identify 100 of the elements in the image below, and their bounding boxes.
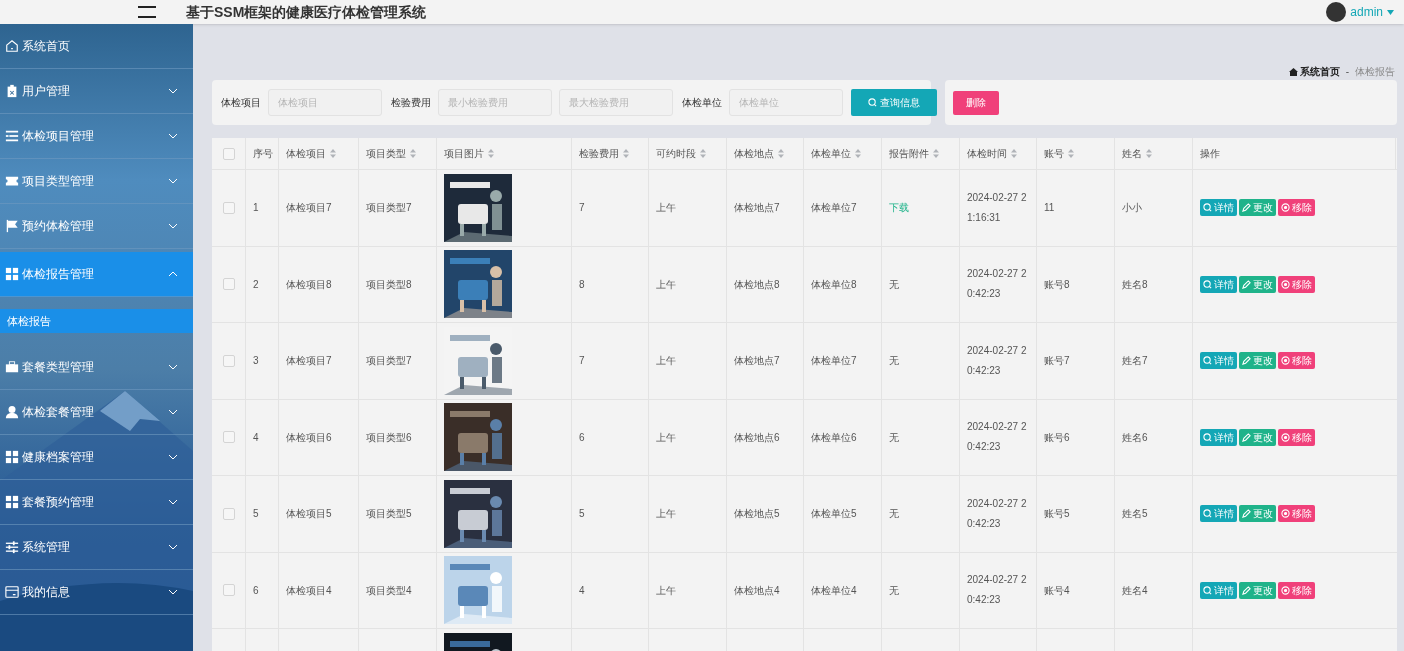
sort-icon[interactable] xyxy=(330,149,336,158)
sidebar-item[interactable]: 健康档案管理 xyxy=(0,435,193,480)
row-action-button[interactable]: 详情 xyxy=(1200,428,1237,446)
sliders-icon xyxy=(5,540,19,554)
sidebar-item[interactable]: 用户管理 xyxy=(0,69,193,114)
sidebar-item[interactable]: 体检套餐管理 xyxy=(0,390,193,435)
sidebar-item[interactable]: 套餐类型管理 xyxy=(0,345,193,390)
column-header[interactable]: 可约时段 xyxy=(656,146,696,161)
delete-button[interactable]: 删除 xyxy=(953,90,999,115)
breadcrumb-home[interactable]: 系统首页 xyxy=(1288,64,1340,79)
column-header[interactable]: 项目图片 xyxy=(444,146,484,161)
column-header[interactable]: 体检单位 xyxy=(811,146,851,161)
sidebar-item[interactable]: 预约体检管理 xyxy=(0,204,193,249)
pencil-icon xyxy=(1242,585,1251,595)
table-cell-text: 账号5 xyxy=(1044,507,1070,522)
row-action-button[interactable]: 详情 xyxy=(1200,352,1237,370)
sidebar-item[interactable]: 系统首页 xyxy=(0,24,193,69)
row-action-button[interactable]: 移除 xyxy=(1278,505,1315,523)
avatar[interactable] xyxy=(1326,2,1347,22)
sort-icon[interactable] xyxy=(410,149,416,158)
query-button[interactable]: 查询信息 xyxy=(851,89,937,116)
row-checkbox[interactable] xyxy=(222,354,235,367)
sort-icon[interactable] xyxy=(933,149,939,158)
table-cell-text: 上午 xyxy=(656,201,676,216)
row-action-button[interactable]: 详情 xyxy=(1200,505,1237,523)
sort-icon[interactable] xyxy=(1011,149,1017,158)
row-action-button[interactable]: 详情 xyxy=(1200,275,1237,293)
circle-icon xyxy=(1281,585,1290,595)
row-action-button[interactable]: 更改 xyxy=(1239,581,1276,599)
row-checkbox[interactable] xyxy=(222,431,235,444)
table-cell-text: 上午 xyxy=(656,354,676,369)
circle-icon xyxy=(1281,203,1290,213)
table-cell-text: 4 xyxy=(253,430,259,445)
column-header[interactable]: 报告附件 xyxy=(889,146,929,161)
sort-icon[interactable] xyxy=(700,149,706,158)
table-cell-text: 5 xyxy=(579,507,585,522)
user-menu[interactable]: admin xyxy=(1350,3,1394,21)
table-cell-text: 项目类型4 xyxy=(366,583,412,598)
column-header[interactable]: 项目类型 xyxy=(366,146,406,161)
column-header[interactable]: 姓名 xyxy=(1122,146,1142,161)
row-action-button[interactable]: 移除 xyxy=(1278,581,1315,599)
row-action-button[interactable]: 详情 xyxy=(1200,581,1237,599)
sidebar-subitem[interactable]: 体检报告 xyxy=(0,309,193,333)
table-cell-text: 姓名7 xyxy=(1122,354,1148,369)
row-checkbox[interactable] xyxy=(222,201,235,214)
table-cell-text: 体检项目4 xyxy=(286,583,332,598)
row-action-button[interactable]: 移除 xyxy=(1278,428,1315,446)
row-checkbox[interactable] xyxy=(222,507,235,520)
sort-icon[interactable] xyxy=(1068,149,1074,158)
sidebar-item[interactable]: 体检报告管理 xyxy=(0,252,193,297)
row-checkbox[interactable] xyxy=(222,584,235,597)
row-action-button[interactable]: 更改 xyxy=(1239,428,1276,446)
table-cell-text: 小小 xyxy=(1122,201,1142,216)
sort-icon[interactable] xyxy=(778,149,784,158)
table-cell-text: 无 xyxy=(889,507,899,522)
row-action-button[interactable]: 详情 xyxy=(1200,199,1237,217)
column-header[interactable]: 体检项目 xyxy=(286,146,326,161)
breadcrumb-current: 体检报告 xyxy=(1355,65,1395,79)
pencil-icon xyxy=(1242,432,1251,442)
sort-icon[interactable] xyxy=(855,149,861,158)
table-cell-text: 上午 xyxy=(656,277,676,292)
column-header[interactable]: 检验费用 xyxy=(579,146,619,161)
caret-icon xyxy=(1387,9,1394,15)
table-cell-text: 姓名6 xyxy=(1122,430,1148,445)
table-cell-text: 体检项目6 xyxy=(286,430,332,445)
column-header: 序号 xyxy=(253,147,273,161)
search-icon xyxy=(1203,356,1212,366)
grid-icon xyxy=(5,267,19,281)
row-action-button[interactable]: 更改 xyxy=(1239,275,1276,293)
table-cell-text: 体检单位5 xyxy=(811,507,857,522)
row-checkbox[interactable] xyxy=(222,278,235,291)
sidebar-item[interactable]: 我的信息 xyxy=(0,570,193,615)
sidebar-item[interactable]: 系统管理 xyxy=(0,525,193,570)
table-cell-text: 3 xyxy=(253,354,259,369)
sort-icon[interactable] xyxy=(1146,149,1152,158)
table-cell-text: 无 xyxy=(889,583,899,598)
table-cell-text: 体检地点6 xyxy=(734,430,780,445)
column-header[interactable]: 体检时间 xyxy=(967,146,1007,161)
table-cell-text: 1 xyxy=(253,201,259,216)
column-header[interactable]: 账号 xyxy=(1044,146,1064,161)
row-action-button[interactable]: 移除 xyxy=(1278,352,1315,370)
row-action-button[interactable]: 更改 xyxy=(1239,199,1276,217)
row-action-button[interactable]: 更改 xyxy=(1239,352,1276,370)
sort-icon[interactable] xyxy=(623,149,629,158)
row-checkbox[interactable] xyxy=(222,147,235,160)
row-action-button[interactable]: 移除 xyxy=(1278,199,1315,217)
column-header[interactable]: 体检地点 xyxy=(734,146,774,161)
row-action-button[interactable]: 更改 xyxy=(1239,505,1276,523)
table-cell-text: 无 xyxy=(889,430,899,445)
sidebar-item[interactable]: 体检项目管理 xyxy=(0,114,193,159)
sidebar-item[interactable]: 套餐预约管理 xyxy=(0,480,193,525)
row-action-button[interactable]: 移除 xyxy=(1278,275,1315,293)
sidebar-item[interactable]: 项目类型管理 xyxy=(0,159,193,204)
sort-icon[interactable] xyxy=(488,149,494,158)
table-cell-text: 项目类型8 xyxy=(366,277,412,292)
menu-icon[interactable] xyxy=(138,6,156,18)
table-cell-text: 项目类型5 xyxy=(366,507,412,522)
table-cell-text: 6 xyxy=(579,430,585,445)
table-cell-text: 账号6 xyxy=(1044,430,1070,445)
download-link[interactable]: 下载 xyxy=(889,200,909,216)
